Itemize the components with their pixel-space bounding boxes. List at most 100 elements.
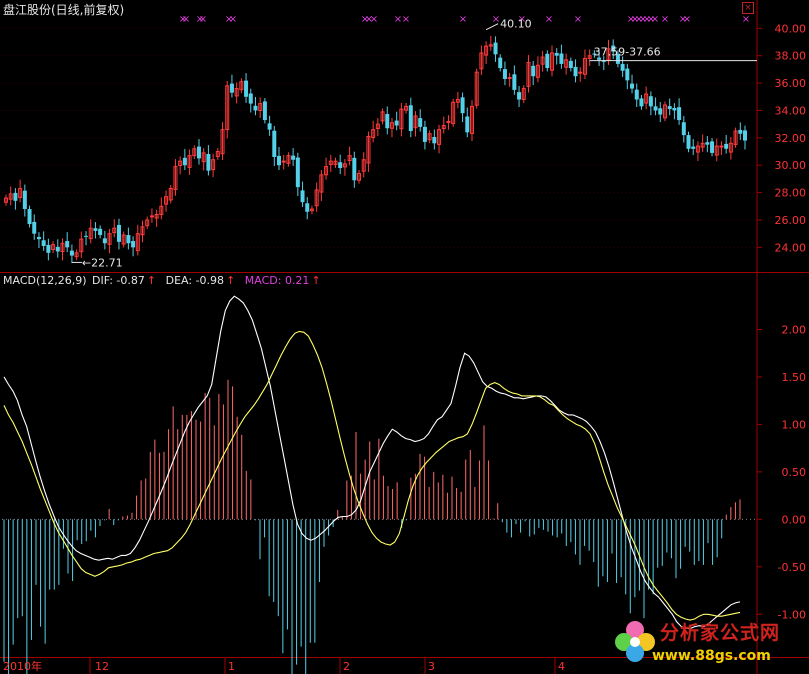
candle-body xyxy=(27,209,32,225)
dea-line xyxy=(3,330,741,621)
price-tick-label: 34.00 xyxy=(775,104,807,117)
macd-tick-label: 2.00 xyxy=(782,323,807,336)
candle-body xyxy=(131,241,136,248)
candle-body xyxy=(630,83,635,89)
candle-body xyxy=(686,135,691,149)
candle-body xyxy=(573,66,578,77)
candle-body xyxy=(41,240,46,246)
candle-body xyxy=(295,157,300,188)
signal-marker: × xyxy=(229,14,237,25)
candle-body xyxy=(620,63,625,71)
low-price-label: ←22.71 xyxy=(82,256,123,269)
candle-body xyxy=(639,98,644,107)
candle-body xyxy=(559,53,564,64)
macd-tick-label: 1.00 xyxy=(782,418,807,431)
candle-body xyxy=(32,221,37,234)
signal-marker: × xyxy=(545,14,553,25)
candle-body xyxy=(705,142,710,145)
close-icon[interactable]: × xyxy=(742,2,754,14)
price-tick-label: 26.00 xyxy=(775,214,807,227)
signal-marker: × xyxy=(402,14,410,25)
price-tick-label: 40.00 xyxy=(775,22,807,35)
candle-body xyxy=(352,157,357,181)
candle-body xyxy=(206,153,211,171)
price-tick-label: 24.00 xyxy=(775,241,807,254)
macd-tick-label: 1.50 xyxy=(782,371,807,384)
candle-body xyxy=(98,228,103,236)
candle-body xyxy=(531,65,536,77)
candle-body xyxy=(65,241,70,248)
dif-line xyxy=(3,295,741,630)
candle-body xyxy=(338,162,343,168)
candle-body xyxy=(55,246,60,252)
signal-marker: × xyxy=(199,14,207,25)
candle-body xyxy=(248,93,253,104)
candle-body xyxy=(196,146,201,159)
candle-body xyxy=(46,244,51,253)
candle-body xyxy=(102,238,107,244)
candle-body xyxy=(262,101,267,121)
candle-body xyxy=(507,77,512,80)
candle-body xyxy=(446,120,451,123)
candle-body xyxy=(677,107,682,121)
candle-body xyxy=(667,106,672,110)
price-tick-label: 36.00 xyxy=(775,77,807,90)
candle-body xyxy=(691,146,696,149)
signal-marker: × xyxy=(661,14,669,25)
candle-body xyxy=(69,250,74,256)
candle-body xyxy=(291,155,296,160)
candle-body xyxy=(554,52,559,56)
price-tick-label: 38.00 xyxy=(775,50,807,63)
x-axis-label: 2 xyxy=(343,660,350,673)
signal-marker: × xyxy=(574,14,582,25)
x-axis-label: 12 xyxy=(95,660,109,673)
x-axis-label: 1 xyxy=(228,660,235,673)
candle-body xyxy=(126,235,131,244)
candle-body xyxy=(432,137,437,144)
watermark-logo: 分析家公式网 www.88gs.com xyxy=(610,612,806,672)
candle-body xyxy=(385,114,390,129)
signal-marker: × xyxy=(370,14,378,25)
signal-marker: × xyxy=(742,14,750,25)
signal-marker: × xyxy=(651,14,659,25)
price-tick-label: 28.00 xyxy=(775,187,807,200)
candle-body xyxy=(625,68,630,81)
candle-body xyxy=(517,92,522,100)
candle-body xyxy=(84,235,89,237)
candle-body xyxy=(498,57,503,69)
dif-arrow-icon: ↑ xyxy=(146,274,157,287)
candle-body xyxy=(719,145,724,148)
candle-body xyxy=(465,116,470,133)
x-axis-label: 4 xyxy=(558,660,565,673)
candle-body xyxy=(578,71,583,74)
candle-body xyxy=(648,96,653,107)
signal-marker: × xyxy=(459,14,467,25)
candle-body xyxy=(724,143,729,149)
x-axis-label: 2010年 xyxy=(3,659,42,673)
macd-legend: MACD(12,26,9) DIF: -0.87 ↑ DEA: -0.98 ↑ MA… xyxy=(3,274,327,287)
high-price-label: 40.10 xyxy=(500,18,531,31)
candle-body xyxy=(460,97,465,114)
macd-tick-label: 0.00 xyxy=(782,513,807,526)
candle-body xyxy=(743,130,747,141)
candle-body xyxy=(36,236,41,240)
candle-body xyxy=(253,105,258,111)
candle-body xyxy=(681,122,686,136)
candle-body xyxy=(281,160,286,163)
macd-tick-label: 0.50 xyxy=(782,466,807,479)
chart-canvas: ×× ×× ×× ××× × × × × × × × ××××××× × ×× × 24.0026.0028… xyxy=(0,0,809,674)
candle-body xyxy=(512,74,517,90)
range-label: 37.59-37.66 xyxy=(594,46,661,59)
price-tick-label: 30.00 xyxy=(775,159,807,172)
candle-body xyxy=(229,83,234,93)
candle-body xyxy=(149,215,154,218)
candle-body xyxy=(672,107,677,111)
macd-tick-label: -0.50 xyxy=(778,561,806,574)
candle-body xyxy=(93,228,98,231)
macd-indicator-name: MACD(12,26,9) xyxy=(3,274,87,287)
stock-chart-window: { "title": "盘江股份(日线,前复权)", "indicator": … xyxy=(0,0,809,674)
candle-body xyxy=(394,120,399,126)
candle-body xyxy=(22,190,27,210)
macd-value: MACD: 0.21 xyxy=(244,274,310,287)
candle-body xyxy=(653,106,658,111)
